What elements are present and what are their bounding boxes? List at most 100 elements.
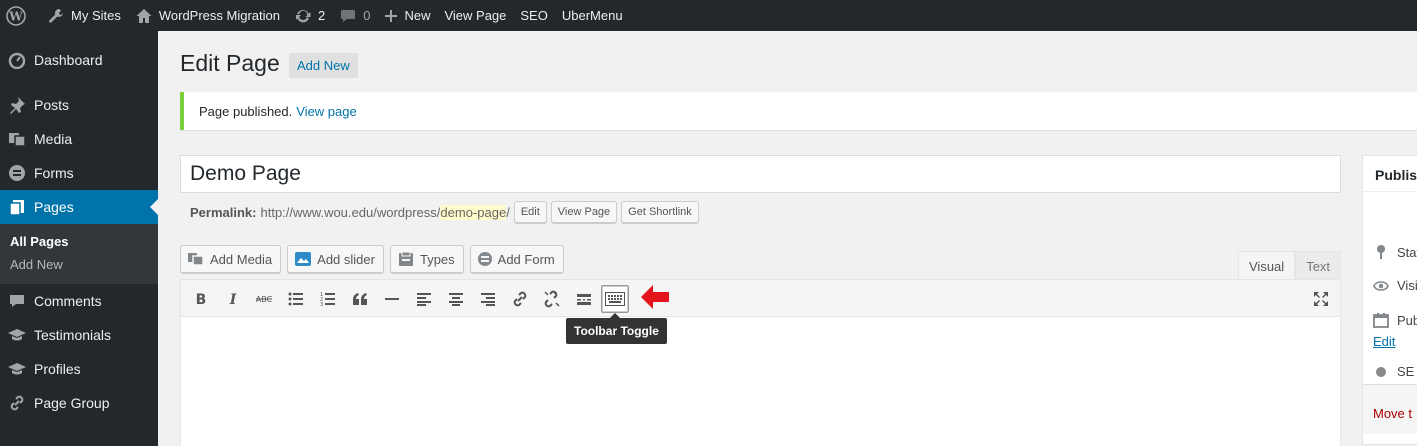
- post-title-input[interactable]: Demo Page: [180, 155, 1341, 193]
- comment-bubble-icon: [341, 9, 356, 22]
- keyboard-icon: [605, 292, 625, 306]
- edit-permalink-button[interactable]: Edit: [513, 201, 547, 223]
- submenu-all-pages[interactable]: All Pages: [0, 230, 158, 253]
- sidebar-item-forms[interactable]: Forms: [0, 156, 158, 190]
- get-shortlink-button[interactable]: Get Shortlink: [621, 201, 699, 223]
- tab-visual[interactable]: Visual: [1238, 251, 1296, 280]
- published-notice: Page published. View page: [180, 92, 1417, 130]
- seo-menu[interactable]: SEO: [513, 0, 554, 31]
- wrench-icon: [49, 8, 63, 23]
- sidebar-item-testimonials[interactable]: Testimonials: [0, 318, 158, 352]
- submenu-add-new[interactable]: Add New: [0, 253, 158, 276]
- editor-tabs: Visual Text: [1238, 251, 1342, 280]
- italic-button[interactable]: I: [219, 285, 247, 313]
- updates-menu[interactable]: 2: [287, 0, 332, 31]
- tab-text[interactable]: Text: [1295, 251, 1342, 280]
- editor-content-area[interactable]: [180, 317, 1341, 446]
- numbered-list-button[interactable]: 123: [314, 285, 342, 313]
- sidebar-item-page-group[interactable]: Page Group: [0, 386, 158, 420]
- bold-button[interactable]: B: [187, 285, 215, 313]
- link-icon: [513, 291, 527, 307]
- media-icon: [187, 251, 205, 267]
- toolbar-toggle-button[interactable]: [601, 285, 629, 313]
- view-page-link[interactable]: View Page: [437, 0, 513, 31]
- italic-icon: I: [229, 292, 237, 306]
- add-slider-label: Add slider: [317, 251, 375, 267]
- edit-date-link[interactable]: Edit: [1373, 334, 1395, 349]
- numbered-list-icon: 123: [320, 292, 335, 306]
- media-buttons: Add Media Add slider Types Add Form: [180, 245, 570, 273]
- link-icon: [7, 393, 27, 413]
- new-content-menu[interactable]: New: [377, 0, 437, 31]
- sidebar-item-label: Dashboard: [34, 52, 103, 68]
- align-center-button[interactable]: [442, 285, 470, 313]
- align-right-button[interactable]: [474, 285, 502, 313]
- ubermenu-menu[interactable]: UberMenu: [555, 0, 630, 31]
- sidebar-item-label: Forms: [34, 165, 74, 181]
- read-more-button[interactable]: [570, 285, 598, 313]
- move-to-trash-link[interactable]: Move t: [1373, 406, 1412, 421]
- red-arrow-icon: [640, 284, 670, 313]
- svg-text:B: B: [196, 292, 207, 306]
- align-left-button[interactable]: [410, 285, 438, 313]
- updates-icon: [295, 9, 311, 22]
- sidebar-item-posts[interactable]: Posts: [0, 88, 158, 122]
- view-page-link[interactable]: View page: [296, 104, 356, 119]
- updates-count: 2: [317, 8, 326, 23]
- home-icon: [136, 8, 152, 23]
- sidebar-item-profiles[interactable]: Profiles: [0, 352, 158, 386]
- add-form-button[interactable]: Add Form: [469, 245, 564, 273]
- horizontal-line-button[interactable]: [378, 285, 406, 313]
- site-name-menu[interactable]: WordPress Migration: [128, 0, 287, 31]
- horizontal-line-icon: [385, 298, 399, 300]
- add-slider-button[interactable]: Add slider: [287, 245, 384, 273]
- plus-icon: [385, 9, 398, 22]
- slider-icon: [294, 251, 312, 267]
- blockquote-button[interactable]: [346, 285, 374, 313]
- my-sites-label: My Sites: [71, 8, 121, 23]
- wordpress-logo-icon[interactable]: W: [0, 0, 40, 31]
- notice-text: Page published.: [199, 103, 293, 119]
- sidebar-item-comments[interactable]: Comments: [0, 284, 158, 318]
- fullscreen-icon: [1314, 292, 1328, 306]
- sidebar-item-pages[interactable]: Pages: [0, 190, 158, 224]
- status-label: Stat: [1397, 244, 1417, 260]
- admin-bar: W My Sites WordPress Migration 2 0 New V…: [0, 0, 1417, 31]
- view-page-button[interactable]: View Page: [550, 201, 618, 223]
- pin-icon: [1373, 244, 1389, 260]
- publish-heading: Publis: [1363, 156, 1417, 192]
- pages-icon: [7, 197, 27, 217]
- sidebar-item-label: Pages: [34, 199, 74, 215]
- types-button[interactable]: Types: [389, 245, 464, 273]
- add-media-button[interactable]: Add Media: [180, 245, 282, 273]
- sidebar-item-label: Testimonials: [34, 327, 112, 343]
- insert-link-button[interactable]: [506, 285, 534, 313]
- types-icon: [397, 251, 415, 267]
- permalink-label: Permalink:: [190, 204, 257, 220]
- calendar-icon: [1373, 312, 1389, 328]
- comments-menu[interactable]: 0: [332, 0, 377, 31]
- remove-link-button[interactable]: [538, 285, 566, 313]
- my-sites-menu[interactable]: My Sites: [40, 0, 128, 31]
- visibility-label: Visi: [1397, 278, 1417, 293]
- dashboard-icon: [7, 50, 27, 70]
- seo-label: SE: [1397, 364, 1415, 379]
- add-new-button[interactable]: Add New: [289, 53, 358, 78]
- editor-toolbar: B I ABC 123: [180, 279, 1341, 317]
- svg-text:I: I: [229, 292, 237, 306]
- visibility-row: Visi: [1373, 278, 1417, 293]
- page-title: Edit Page: [180, 50, 280, 76]
- bulleted-list-icon: [288, 292, 303, 306]
- fullscreen-button[interactable]: [1307, 285, 1335, 313]
- permalink-slug[interactable]: demo-page: [440, 204, 507, 220]
- sidebar-item-media[interactable]: Media: [0, 122, 158, 156]
- eye-icon: [1373, 280, 1389, 292]
- sidebar-item-dashboard[interactable]: Dashboard: [0, 43, 158, 77]
- graduation-cap-icon: [7, 359, 27, 379]
- pin-icon: [7, 95, 27, 115]
- published-row: Pub: [1373, 312, 1417, 328]
- bulleted-list-button[interactable]: [282, 285, 310, 313]
- strikethrough-button[interactable]: ABC: [250, 285, 278, 313]
- permalink-end: /: [506, 204, 510, 220]
- comments-count: 0: [363, 8, 371, 23]
